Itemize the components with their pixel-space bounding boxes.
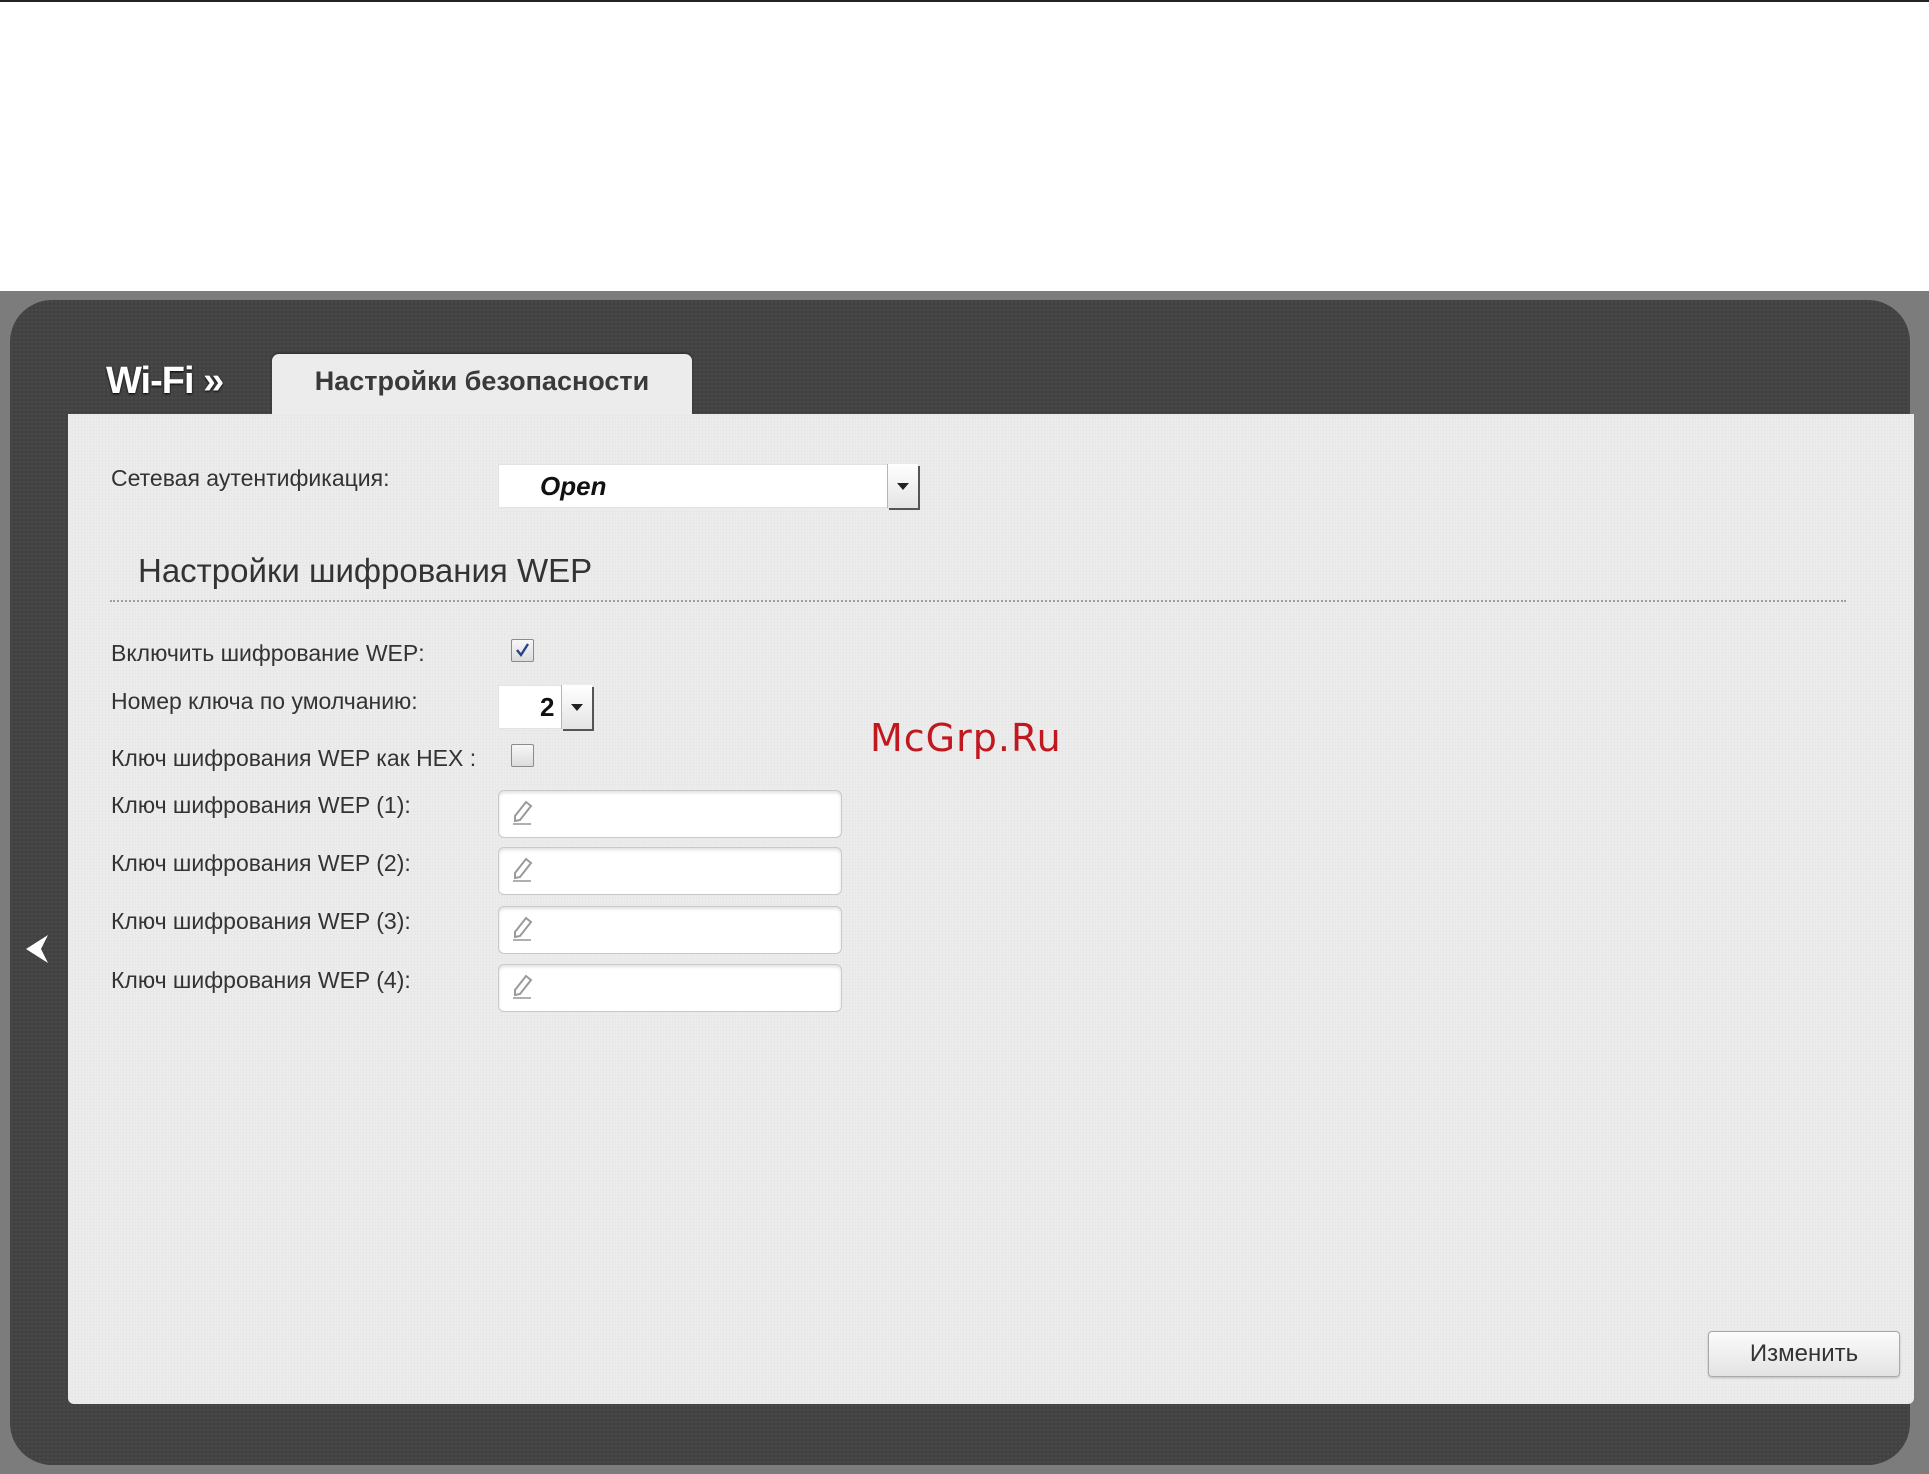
wep-key-4-label: Ключ шифрования WEP (4): xyxy=(111,967,411,993)
wep-key-1-input[interactable] xyxy=(498,790,842,838)
apply-button[interactable]: Изменить xyxy=(1708,1331,1900,1377)
enable-wep-checkbox[interactable] xyxy=(511,639,534,662)
wep-key-3-label: Ключ шифрования WEP (3): xyxy=(111,908,411,934)
wep-key-2-input[interactable] xyxy=(498,847,842,895)
tab-security-settings[interactable]: Настройки безопасности xyxy=(272,354,692,414)
hex-checkbox[interactable] xyxy=(511,744,534,767)
pencil-icon xyxy=(513,974,533,999)
top-rule xyxy=(0,0,1929,2)
pencil-icon xyxy=(513,916,533,941)
wep-key-3-input[interactable] xyxy=(498,906,842,954)
wep-key-4-input[interactable] xyxy=(498,964,842,1012)
chevron-down-icon xyxy=(561,685,592,729)
auth-label: Сетевая аутентификация: xyxy=(111,465,390,491)
wep-key-1-label: Ключ шифрования WEP (1): xyxy=(111,792,411,818)
section-divider xyxy=(110,600,1846,602)
chevron-down-icon xyxy=(887,464,918,508)
auth-select[interactable]: Open xyxy=(498,464,918,508)
wep-key-2-label: Ключ шифрования WEP (2): xyxy=(111,850,411,876)
default-key-value: 2 xyxy=(540,692,555,722)
breadcrumb[interactable]: Wi-Fi » xyxy=(106,360,224,403)
pencil-icon xyxy=(513,800,533,825)
watermark: McGrp.Ru xyxy=(870,716,1062,760)
auth-select-value: Open xyxy=(540,471,607,501)
section-title-wep: Настройки шифрования WEP xyxy=(138,552,593,589)
tab-label: Настройки безопасности xyxy=(314,366,650,396)
hex-label: Ключ шифрования WEP как HEX : xyxy=(111,745,477,771)
pencil-icon xyxy=(513,857,533,882)
default-key-select[interactable]: 2 xyxy=(498,685,592,729)
enable-wep-label: Включить шифрование WEP: xyxy=(111,640,425,666)
checkmark-icon xyxy=(516,643,530,658)
back-chevron-icon[interactable] xyxy=(22,932,56,966)
default-key-label: Номер ключа по умолчанию: xyxy=(111,688,418,714)
